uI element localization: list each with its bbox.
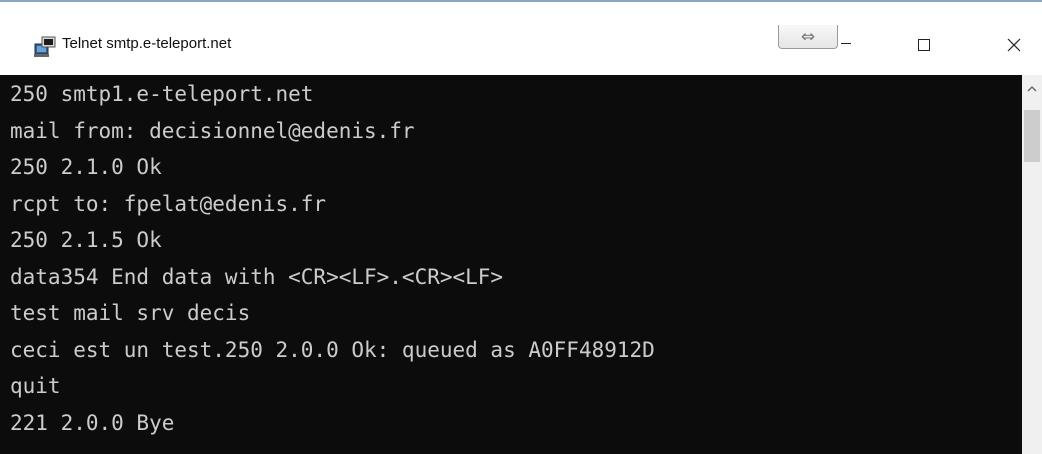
console-line: data354 End data with <CR><LF>.<CR><LF> <box>10 264 504 289</box>
console-line: quit <box>10 374 61 398</box>
console-line: 250 2.1.5 Ok <box>10 228 162 252</box>
scroll-up-button[interactable] <box>1022 79 1042 99</box>
chevron-up-icon <box>1027 86 1037 92</box>
console-output[interactable]: 250 smtp1.e-teleport.net mail from: deci… <box>0 75 1022 454</box>
minimize-icon <box>841 42 851 44</box>
window-title: Telnet smtp.e-teleport.net <box>62 35 232 52</box>
console-line: 221 2.0.0 Bye <box>10 410 175 435</box>
console-line: ceci est un test.250 2.0.0 Ok: queued as… <box>10 337 655 362</box>
close-button[interactable] <box>992 31 1036 59</box>
console-line: mail from: decisionnel@edenis.fr <box>10 118 415 143</box>
close-icon <box>1007 38 1021 52</box>
maximize-button[interactable] <box>902 31 946 59</box>
maximize-icon <box>918 39 930 51</box>
console-line: rcpt to: fpelat@edenis.fr <box>10 191 327 216</box>
minimize-button[interactable] <box>826 32 866 54</box>
telnet-console-icon[interactable] <box>34 35 56 57</box>
console-line: test mail srv decis <box>10 301 251 325</box>
resize-horizontal-icon: ⇔ <box>800 26 816 47</box>
title-bar[interactable]: Telnet smtp.e-teleport.net ⇔ <box>0 0 1042 75</box>
console-line: 250 2.1.0 Ok <box>10 155 162 179</box>
console-line: 250 smtp1.e-teleport.net <box>10 82 314 106</box>
vertical-scrollbar[interactable] <box>1022 75 1042 454</box>
scrollbar-thumb[interactable] <box>1024 110 1040 162</box>
